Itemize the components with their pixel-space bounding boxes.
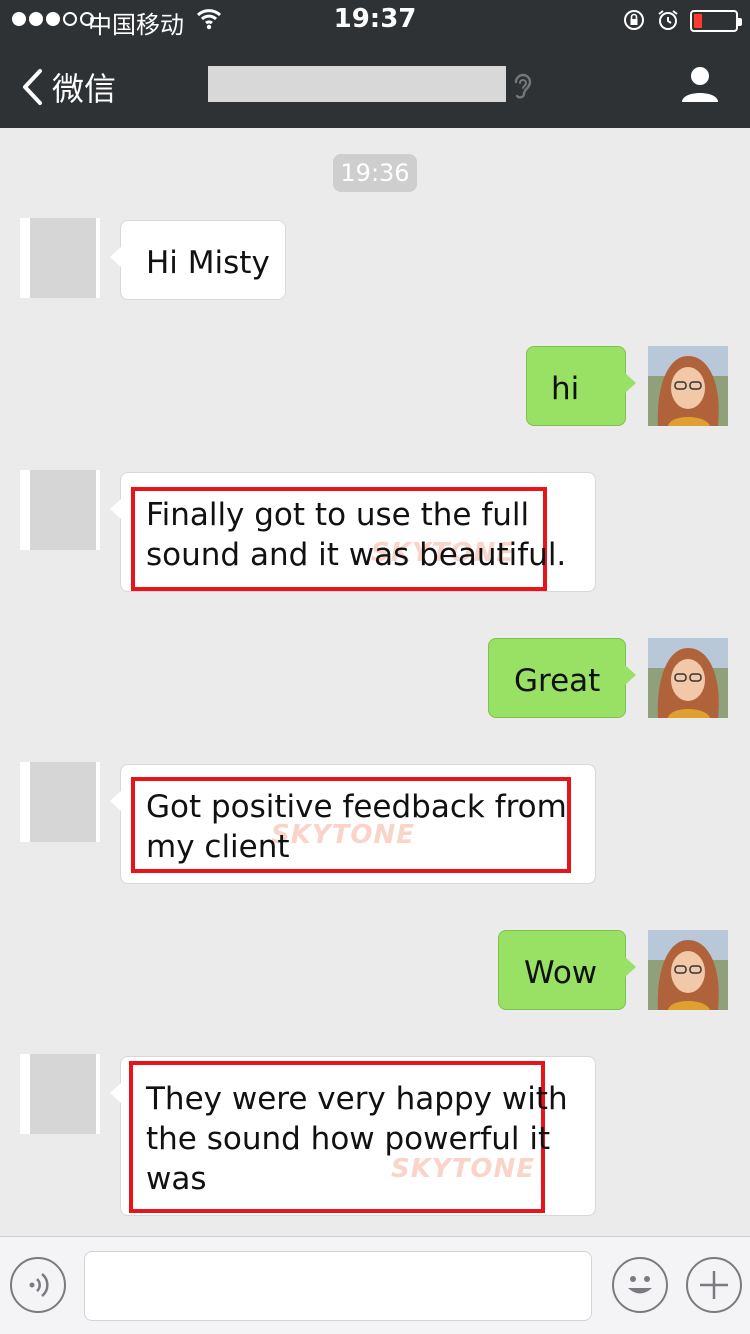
- message-bubble[interactable]: Hi Misty: [110, 220, 286, 300]
- alarm-icon: [658, 10, 678, 30]
- profile-icon[interactable]: [680, 64, 720, 104]
- message-input[interactable]: [84, 1251, 592, 1321]
- my-avatar[interactable]: [648, 930, 728, 1010]
- chat-title-redacted: [208, 66, 506, 102]
- message-text: Great: [514, 663, 601, 699]
- back-button[interactable]: 微信: [20, 64, 116, 110]
- message-text-line: Finally got to use the full: [146, 497, 530, 533]
- plus-icon: [700, 1271, 728, 1299]
- my-avatar[interactable]: [648, 346, 728, 426]
- message-bubble[interactable]: Wow: [498, 930, 636, 1010]
- voice-icon: [29, 1273, 49, 1297]
- input-bar: [0, 1236, 750, 1334]
- message-text-line: the sound how powerful it: [146, 1121, 551, 1157]
- avatar-photo: [648, 930, 728, 1010]
- back-label: 微信: [52, 70, 117, 108]
- ear-icon: [514, 73, 532, 99]
- message-text-line: Got positive feedback from: [146, 789, 567, 825]
- avatar-photo: [648, 346, 728, 426]
- contact-avatar[interactable]: [20, 1054, 100, 1134]
- status-bar: 中国移动 19:37: [0, 0, 750, 40]
- contact-avatar[interactable]: [20, 762, 100, 842]
- my-avatar[interactable]: [648, 638, 728, 718]
- message-text-line: was: [146, 1161, 207, 1197]
- contact-avatar[interactable]: [20, 218, 100, 298]
- message-text-line: sound and it was beautiful.: [146, 537, 567, 573]
- message-bubble[interactable]: hi: [526, 346, 636, 426]
- battery-icon: [690, 10, 742, 32]
- plus-button[interactable]: [686, 1257, 742, 1313]
- avatar-photo: [648, 638, 728, 718]
- message-bubble[interactable]: SKYTONE Finally got to use the full soun…: [110, 472, 596, 592]
- back-chevron-icon: [23, 69, 42, 105]
- message-bubble[interactable]: SKYTONE Got positive feedback from my cl…: [110, 764, 596, 884]
- voice-button[interactable]: [10, 1257, 66, 1313]
- message-text-line: my client: [146, 829, 290, 865]
- message-text: Wow: [524, 955, 598, 991]
- contact-avatar[interactable]: [20, 470, 100, 550]
- message-text-line: They were very happy with: [146, 1081, 568, 1117]
- message-bubble[interactable]: SKYTONE They were very happy with the so…: [110, 1056, 596, 1216]
- top-bar: 中国移动 19:37 微信: [0, 0, 750, 128]
- timestamp-badge: 19:36: [333, 154, 417, 192]
- message-text: Hi Misty: [146, 245, 270, 281]
- message-bubble[interactable]: Great: [488, 638, 636, 718]
- rotation-lock-icon: [624, 10, 644, 30]
- emoji-button[interactable]: [612, 1257, 668, 1313]
- emoji-icon: [628, 1276, 652, 1294]
- message-text: hi: [551, 371, 580, 407]
